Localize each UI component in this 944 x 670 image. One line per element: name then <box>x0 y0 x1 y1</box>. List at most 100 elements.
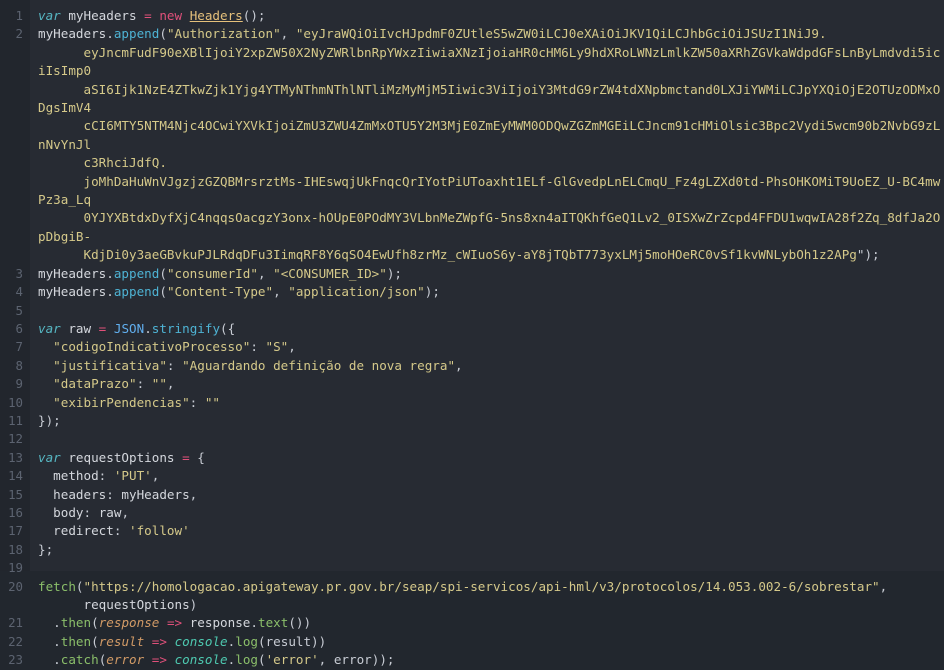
code-line[interactable]: 15 headers: myHeaders, <box>0 486 944 504</box>
code-line[interactable]: 13 var requestOptions = { <box>0 449 944 467</box>
code-line[interactable]: 3 myHeaders.append("consumerId", "<CONSUM… <box>0 265 944 283</box>
code-token: "<CONSUMER_ID>" <box>273 265 387 281</box>
code-token: ); <box>386 265 403 281</box>
code-line[interactable]: 9 "dataPrazo": "", <box>0 375 944 393</box>
code-line[interactable]: 12 <box>0 430 944 448</box>
code-line[interactable]: 2 myHeaders.append("Authorization", "eyJr… <box>0 25 944 43</box>
code-token: ()) <box>288 615 312 631</box>
code-line[interactable]: 6 var raw = JSON.stringify({ <box>0 320 944 338</box>
code-token: : <box>250 339 266 355</box>
code-token: ( <box>159 265 167 281</box>
code-token: JSON <box>113 320 145 336</box>
code-line[interactable]: 23 .catch(error => console.log('error', … <box>0 651 944 669</box>
line-number: 16 <box>8 504 23 520</box>
code-token: "); <box>856 247 880 263</box>
code-line-content: "dataPrazo": "", <box>30 375 944 393</box>
code-line[interactable]: 8 "justificativa": "Aguardando definição… <box>0 357 944 375</box>
line-number: 20 <box>8 578 23 594</box>
code-line[interactable]: 17 redirect: 'follow' <box>0 522 944 540</box>
code-line[interactable]: joMhDaHuWnVJgzjzGZQBMrsrztMs-IHEswqjUkFn… <box>0 173 944 210</box>
code-token: , <box>288 339 296 355</box>
code-token: myHeaders <box>38 26 107 42</box>
code-line[interactable]: c3RhciJdfQ. <box>0 154 944 172</box>
code-line-content: .then(response => response.text()) <box>30 614 944 632</box>
code-token: "Aguardando definição de nova regra" <box>182 357 456 373</box>
line-number: 10 <box>8 394 23 410</box>
code-token: => <box>166 615 183 631</box>
code-token: then <box>60 633 92 649</box>
code-line[interactable]: 18}; <box>0 541 944 559</box>
code-token: (result)) <box>257 633 327 649</box>
code-line[interactable]: eyJncmFudF90eXBlIjoiY2xpZW50X2NyZWRlbnRp… <box>0 44 944 81</box>
code-line[interactable]: 20 fetch("https://homologacao.apigateway.… <box>0 578 944 596</box>
code-token: myHeaders <box>121 486 190 502</box>
line-number: 15 <box>8 486 23 502</box>
code-line[interactable]: 0YJYXBtdxDyfXjC4nqqsOacgzY3onx-hOUpE0POd… <box>0 209 944 246</box>
code-token: var <box>38 8 61 23</box>
code-token: text <box>257 615 289 631</box>
code-token: "" <box>204 394 220 410</box>
code-token: }; <box>38 541 54 557</box>
code-token: . <box>227 652 236 668</box>
code-token: c3RhciJdfQ. <box>38 155 167 171</box>
code-line[interactable]: 5 <box>0 302 944 320</box>
code-line-content: var raw = JSON.stringify({ <box>30 320 944 338</box>
line-number: 14 <box>8 468 23 484</box>
code-line[interactable]: cCI6MTY5NTM4Njc4OCwiYXVkIjoiZmU3ZWU4ZmMx… <box>0 117 944 154</box>
code-line[interactable]: 22 .then(result => console.log(result)) <box>0 633 944 651</box>
code-token: , error)); <box>318 652 395 668</box>
code-token: : <box>113 523 130 539</box>
code-token: : <box>98 468 114 484</box>
code-token: append <box>113 26 160 42</box>
code-token: "exibirPendencias" <box>53 394 190 410</box>
code-token: myHeaders <box>60 8 145 23</box>
code-token: , <box>151 468 160 484</box>
code-token: "https://homologacao.apigateway.pr.gov.b… <box>83 578 880 594</box>
code-token: log <box>235 652 258 668</box>
code-token: response <box>98 615 160 631</box>
code-line[interactable]: 11}); <box>0 412 944 430</box>
code-line[interactable]: requestOptions) <box>0 596 944 614</box>
code-line-content: c3RhciJdfQ. <box>30 154 944 172</box>
code-line[interactable]: 7 "codigoIndicativoProcesso": "S", <box>0 338 944 356</box>
code-line[interactable]: 16 body: raw, <box>0 504 944 522</box>
code-line[interactable]: 10 "exibirPendencias": "" <box>0 394 944 412</box>
code-token: append <box>113 265 160 281</box>
code-snippet-viewer[interactable]: 1 var myHeaders = new Headers(); 2 myHeader… <box>0 0 944 667</box>
line-number: 17 <box>8 523 23 539</box>
code-line[interactable]: aSI6Ijk1NzE4ZTkwZjk1Yjg4YTMyNThmNThlNTli… <box>0 81 944 118</box>
code-lines-container[interactable]: 1 var myHeaders = new Headers(); 2 myHeader… <box>0 7 944 670</box>
code-line[interactable]: 14 method: 'PUT', <box>0 467 944 485</box>
code-line[interactable]: KdjDi0y3aeGBvkuPJLRdqDFu3IimqRF8Y6qSO4Ew… <box>0 246 944 264</box>
line-number: 23 <box>8 652 23 668</box>
code-line[interactable]: 4 myHeaders.append("Content-Type", "appli… <box>0 283 944 301</box>
code-token: "codigoIndicativoProcesso" <box>53 339 251 355</box>
code-line[interactable]: 19 <box>0 559 944 577</box>
code-token: : <box>136 376 152 392</box>
code-token: . <box>38 615 61 631</box>
code-line-content: fetch("https://homologacao.apigateway.pr… <box>30 578 944 596</box>
code-token: ({ <box>220 320 236 336</box>
code-line[interactable]: 21 .then(response => response.text()) <box>0 614 944 632</box>
code-token: (); <box>242 8 266 23</box>
code-token: }); <box>38 412 61 428</box>
code-token: fetch <box>38 578 76 594</box>
code-token: . <box>106 26 114 42</box>
code-token: "Content-Type" <box>166 284 274 300</box>
code-line[interactable]: 1 var myHeaders = new Headers(); <box>0 7 944 25</box>
code-token: redirect <box>38 523 114 539</box>
code-line-content <box>30 559 944 577</box>
code-token: . <box>227 633 236 649</box>
code-token: . <box>38 633 61 649</box>
line-number: 3 <box>15 265 23 281</box>
code-token: console <box>174 633 228 649</box>
code-line-content: eyJncmFudF90eXBlIjoiY2xpZW50X2NyZWRlbnRp… <box>30 44 944 81</box>
line-number: 11 <box>8 412 23 428</box>
line-number: 21 <box>8 615 23 631</box>
